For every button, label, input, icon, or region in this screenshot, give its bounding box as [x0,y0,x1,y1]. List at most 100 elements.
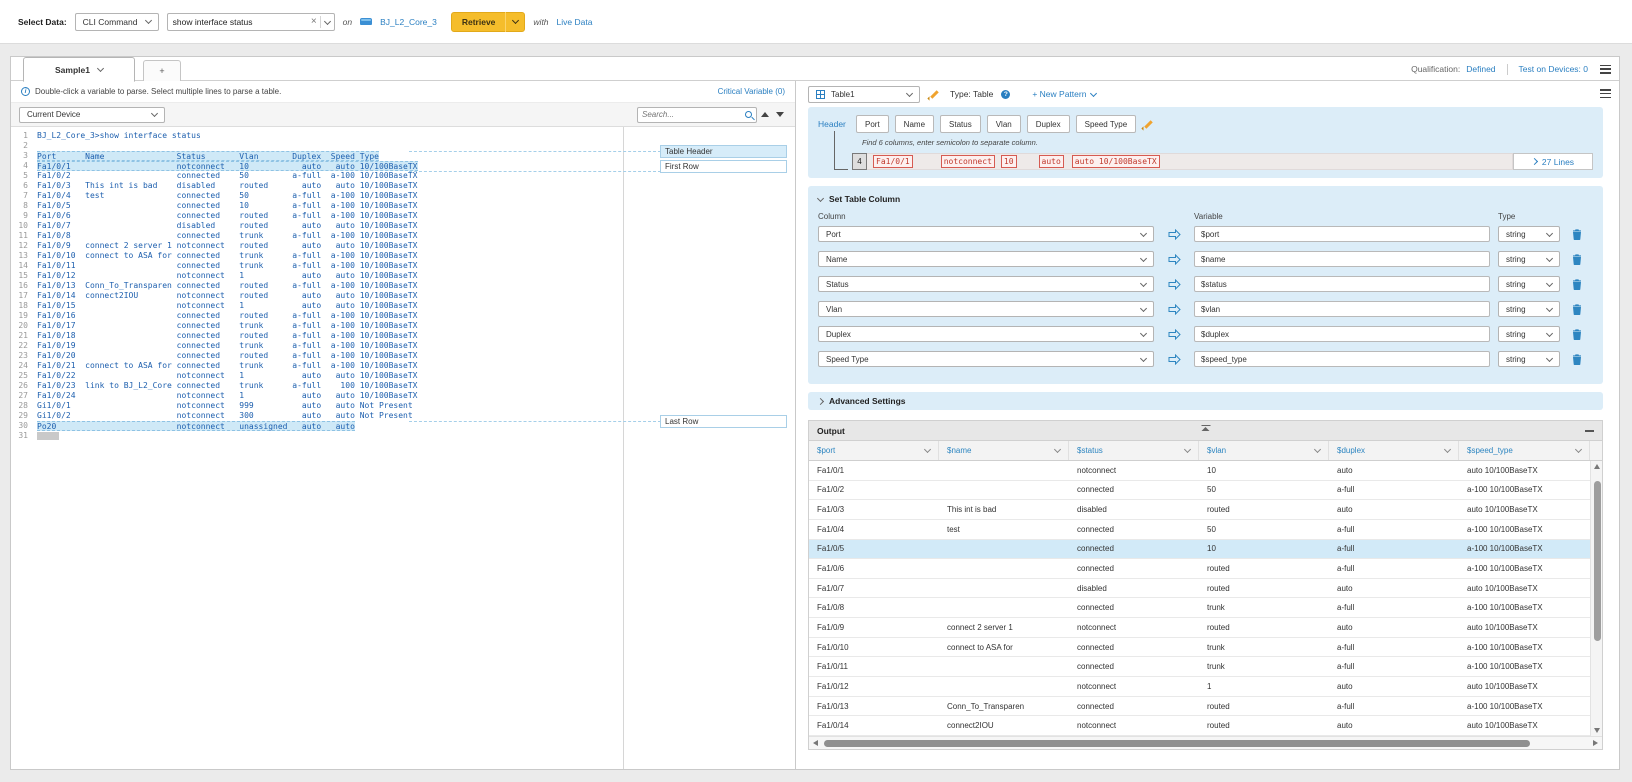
chevron-down-icon[interactable] [324,18,331,25]
chevron-down-icon[interactable] [1054,446,1061,453]
code-line[interactable]: 5 Fa1/0/2 connected 50 a-full a-100 10/1… [11,171,623,181]
variable-input[interactable]: $duplex [1194,326,1490,342]
code-line[interactable]: 2 [11,141,623,151]
parsed-token[interactable]: notconnect [941,155,995,168]
header-column-chip[interactable]: Port [856,115,889,133]
collapse-output-icon[interactable] [1201,425,1210,431]
code-line[interactable]: 9 Fa1/0/6 connected routed a-full a-100 … [11,211,623,221]
matched-lines-button[interactable]: 27 Lines [1513,153,1593,170]
header-column-chip[interactable]: Name [895,115,934,133]
output-vertical-scrollbar[interactable] [1590,461,1602,736]
scroll-up-icon[interactable] [1594,464,1600,469]
horizontal-scroll-track[interactable] [822,739,1589,748]
live-data-link[interactable]: Live Data [557,17,593,27]
type-select[interactable]: string [1498,326,1560,342]
output-horizontal-scrollbar[interactable] [809,736,1602,749]
output-table-row[interactable]: Fa1/0/8 connected trunk a-full a-100 10/… [809,598,1590,618]
code-line[interactable]: 13 Fa1/0/10 connect to ASA for connected… [11,251,623,261]
delete-column-button[interactable] [1568,254,1586,265]
data-type-select[interactable]: CLI Command [75,13,159,31]
code-line[interactable]: 22 Fa1/0/19 connected trunk a-full a-100… [11,341,623,351]
code-line[interactable]: 20 Fa1/0/17 connected trunk a-full a-100… [11,321,623,331]
column-select[interactable]: Speed Type [818,351,1154,367]
clear-command-icon[interactable] [308,16,320,27]
sample-token-strip[interactable]: Fa1/0/1 notconnect 10 auto auto 10/100Ba… [867,153,1513,170]
command-input[interactable] [168,17,308,27]
retrieve-dropdown[interactable] [506,20,524,23]
delete-column-button[interactable] [1568,229,1586,240]
output-table-row[interactable]: Fa1/0/6 connected routed a-full a-100 10… [809,559,1590,579]
output-table-row[interactable]: Fa1/0/3 This int is bad disabled routed … [809,500,1590,520]
output-table-row[interactable]: Fa1/0/5 connected 10 a-full a-100 10/100… [809,540,1590,560]
type-select[interactable]: string [1498,276,1560,292]
code-line[interactable]: 19 Fa1/0/16 connected routed a-full a-10… [11,311,623,321]
column-select[interactable]: Status [818,276,1154,292]
code-line[interactable]: 23 Fa1/0/20 connected routed a-full a-10… [11,351,623,361]
type-select[interactable]: string [1498,226,1560,242]
output-table-row[interactable]: Fa1/0/10 connect to ASA for connected tr… [809,638,1590,658]
header-column-chip[interactable]: Vlan [987,115,1021,133]
column-select[interactable]: Name [818,251,1154,267]
qualification-link[interactable]: Defined [1466,64,1495,74]
variable-input[interactable]: $name [1194,251,1490,267]
output-table-row[interactable]: Fa1/0/14 connect2IOU notconnect routed a… [809,716,1590,736]
help-icon[interactable]: ? [1001,90,1010,99]
delete-column-button[interactable] [1568,279,1586,290]
variable-input[interactable]: $vlan [1194,301,1490,317]
parsed-token[interactable]: 10 [1001,155,1017,168]
code-line[interactable]: 16 Fa1/0/13 Conn_To_Transparen connected… [11,281,623,291]
output-table-row[interactable]: Fa1/0/9 connect 2 server 1 notconnect ro… [809,618,1590,638]
delete-column-button[interactable] [1568,329,1586,340]
parsed-token[interactable]: auto 10/100BaseTX [1072,155,1160,168]
column-select[interactable]: Vlan [818,301,1154,317]
code-line[interactable]: 7 Fa1/0/4 test connected 50 a-full a-100… [11,191,623,201]
edit-header-icon[interactable] [1142,118,1156,130]
output-table-row[interactable]: Fa1/0/7 disabled routed auto auto 10/100… [809,579,1590,599]
chevron-down-icon[interactable] [1314,446,1321,453]
pattern-menu-icon[interactable] [1600,89,1611,98]
device-link[interactable]: BJ_L2_Core_3 [380,17,437,27]
type-select[interactable]: string [1498,301,1560,317]
variable-input[interactable]: $status [1194,276,1490,292]
device-scope-select[interactable]: Current Device [19,107,165,123]
add-sample-tab[interactable]: + [143,60,181,81]
code-line[interactable]: 6 Fa1/0/3 This int is bad disabled route… [11,181,623,191]
code-line[interactable]: 3 Port Name Status Vlan Duplex Speed Typ… [11,151,623,161]
code-line[interactable]: 28 Gi1/0/1 notconnect 999 auto auto Not … [11,401,623,411]
delete-column-button[interactable] [1568,354,1586,365]
edit-pattern-icon[interactable] [928,88,942,100]
parsed-token[interactable]: auto [1039,155,1064,168]
output-column-header[interactable]: $port [809,441,939,460]
type-select[interactable]: string [1498,251,1560,267]
output-table-row[interactable]: Fa1/0/13 Conn_To_Transparen connected ro… [809,697,1590,717]
chevron-down-icon[interactable] [1184,446,1191,453]
code-line[interactable]: 17 Fa1/0/14 connect2IOU notconnect route… [11,291,623,301]
output-table-row[interactable]: Fa1/0/1 notconnect 10 auto auto 10/100Ba… [809,461,1590,481]
code-line[interactable]: 1 BJ_L2_Core_3>show interface status [11,131,623,141]
output-table-row[interactable]: Fa1/0/12 notconnect 1 auto auto 10/100Ba… [809,677,1590,697]
code-line[interactable]: 31 [11,431,623,441]
header-column-chip[interactable]: Duplex [1027,115,1070,133]
chevron-down-icon[interactable] [1575,446,1582,453]
output-column-header[interactable]: $speed_type [1459,441,1590,460]
type-select[interactable]: string [1498,351,1560,367]
retrieve-button[interactable]: Retrieve [451,12,526,32]
code-line[interactable]: 29 Gi1/0/2 notconnect 300 auto auto Not … [11,411,623,421]
header-column-chip[interactable]: Speed Type [1076,115,1137,133]
last-row-marker[interactable]: Last Row [660,415,787,428]
code-line[interactable]: 24 Fa1/0/21 connect to ASA for connected… [11,361,623,371]
variable-input[interactable]: $speed_type [1194,351,1490,367]
search-icon[interactable] [745,111,752,118]
code-line[interactable]: 12 Fa1/0/9 connect 2 server 1 notconnect… [11,241,623,251]
code-line[interactable]: 11 Fa1/0/8 connected trunk a-full a-100 … [11,231,623,241]
parsed-token[interactable]: Fa1/0/1 [873,155,913,168]
find-next-button[interactable] [772,107,787,123]
new-pattern-button[interactable]: + New Pattern [1032,89,1096,99]
code-line[interactable]: 4 Fa1/0/1 notconnect 10 auto auto 10/100… [11,161,623,171]
find-previous-button[interactable] [757,107,772,123]
menu-icon[interactable] [1600,65,1611,74]
code-line[interactable]: 21 Fa1/0/18 connected routed a-full a-10… [11,331,623,341]
minimize-output-icon[interactable] [1585,430,1594,432]
output-column-header[interactable]: $name [939,441,1069,460]
code-line[interactable]: 8 Fa1/0/5 connected 10 a-full a-100 10/1… [11,201,623,211]
